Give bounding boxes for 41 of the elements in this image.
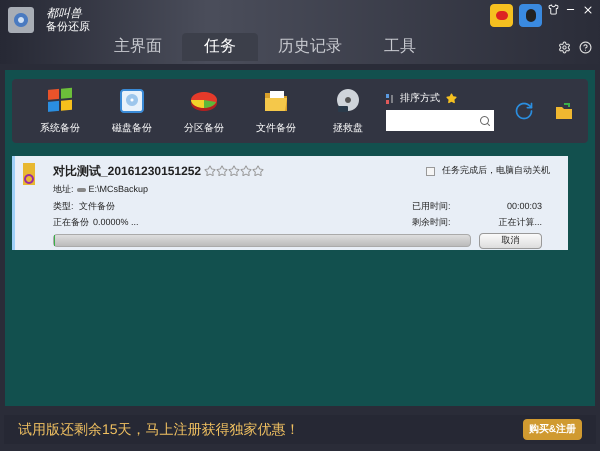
toolbar-button[interactable]: 分区备份 bbox=[168, 86, 240, 136]
windows-logo-icon bbox=[46, 86, 74, 114]
search-icon[interactable] bbox=[479, 114, 491, 126]
toolbar-button[interactable]: 系统备份 bbox=[24, 86, 96, 136]
cancel-button[interactable]: 取消 bbox=[479, 232, 542, 248]
toolbar-button[interactable]: 拯救盘 bbox=[312, 86, 384, 136]
type-value: 文件备份 bbox=[79, 200, 115, 212]
address-label: 地址: bbox=[53, 183, 74, 196]
help-icon[interactable] bbox=[579, 41, 592, 54]
elapsed-label: 已用时间: bbox=[412, 200, 452, 212]
sort-button[interactable]: 排序方式 bbox=[400, 91, 440, 106]
drive-icon bbox=[76, 188, 86, 192]
brand-name: 都叫兽 bbox=[46, 6, 84, 21]
tab[interactable]: 历史记录 bbox=[264, 33, 356, 61]
close-icon[interactable] bbox=[582, 4, 594, 16]
elapsed-value: 00:00:03 bbox=[506, 200, 542, 212]
status-label: 正在备份 bbox=[53, 216, 90, 229]
address-value: E:\MCsBackup bbox=[88, 183, 148, 196]
product-name: 备份还原 bbox=[46, 20, 90, 34]
progress-percent: 0.0000% ... bbox=[93, 216, 139, 229]
task-title: 对比测试_20161230151252 bbox=[53, 163, 202, 180]
star-rating[interactable] bbox=[204, 165, 264, 177]
settings-icon[interactable] bbox=[558, 41, 571, 54]
star-icon[interactable] bbox=[446, 93, 457, 104]
cd-disc-icon bbox=[334, 86, 362, 114]
type-label: 类型: bbox=[53, 200, 75, 212]
remaining-value: 正在计算... bbox=[497, 216, 542, 229]
folder-sync-icon bbox=[21, 162, 37, 188]
folder-icon[interactable] bbox=[554, 101, 574, 121]
trial-message: 试用版还剩余15天，马上注册获得独家优惠！ bbox=[18, 420, 300, 439]
tab[interactable]: 主界面 bbox=[100, 33, 176, 61]
skin-icon[interactable] bbox=[548, 4, 559, 15]
tab[interactable]: 工具 bbox=[362, 33, 438, 61]
checkbox[interactable] bbox=[426, 166, 435, 176]
refresh-icon[interactable] bbox=[514, 101, 534, 121]
tab[interactable]: 任务 bbox=[182, 33, 258, 61]
toolbar-button[interactable]: 磁盘备份 bbox=[96, 86, 168, 136]
toolbar-button[interactable]: 文件备份 bbox=[240, 86, 312, 136]
search-field[interactable] bbox=[386, 110, 494, 131]
shutdown-label: 任务完成后，电脑自动关机 bbox=[442, 164, 550, 178]
remaining-label: 剩余时间: bbox=[412, 216, 452, 229]
